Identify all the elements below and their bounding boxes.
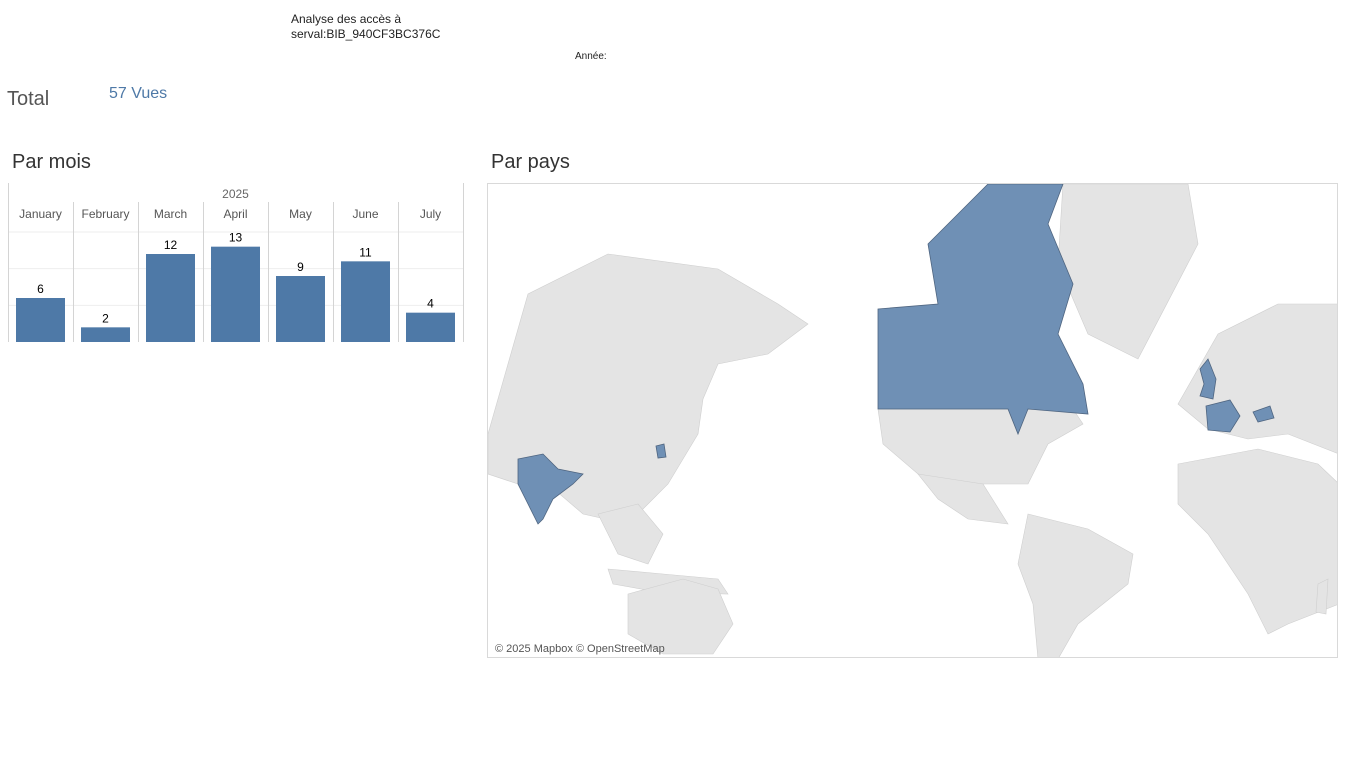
total-label: Total (7, 88, 50, 110)
month-label: April (223, 207, 247, 221)
world-map-canvas: © 2025 Mapbox © OpenStreetMap (488, 184, 1337, 657)
map-attribution: © 2025 Mapbox © OpenStreetMap (495, 643, 665, 655)
bar-july (406, 312, 455, 342)
month-label: July (420, 207, 441, 221)
bar-june (341, 261, 390, 342)
bar-february (81, 327, 130, 342)
page-title-line-1: Analyse des accès à (291, 12, 402, 26)
country-canada (877, 184, 1089, 436)
country-south-korea (655, 443, 667, 459)
month-label: January (19, 207, 62, 221)
page-title-line-2: serval:BIB_940CF3BC376C (291, 27, 441, 41)
page-title: Analyse des accès à serval:BIB_940CF3BC3… (291, 12, 440, 42)
land-usa (877, 408, 1084, 485)
bar-value-label: 4 (427, 297, 434, 311)
bar-value-label: 6 (37, 282, 44, 296)
bar-april (211, 246, 260, 342)
month-label: March (154, 207, 187, 221)
land-madagascar (1315, 578, 1329, 615)
bar-value-label: 11 (359, 245, 372, 259)
bar-value-label: 12 (164, 238, 178, 252)
bar-value-label: 9 (297, 260, 304, 274)
bar-january (16, 298, 65, 342)
countries-section-title: Par pays (491, 151, 570, 173)
bar-march (146, 254, 195, 342)
land-africa (1177, 448, 1337, 635)
year-header: 2025 (222, 187, 249, 201)
months-section-title: Par mois (12, 151, 91, 173)
land-europe (1177, 303, 1337, 454)
bar-may (276, 276, 325, 342)
month-label: February (81, 207, 129, 221)
bar-value-label: 13 (229, 231, 243, 245)
bar-value-label: 2 (102, 311, 109, 325)
year-filter-label[interactable]: Année: (575, 51, 607, 62)
land-greenland (1057, 184, 1199, 360)
month-label: June (352, 207, 378, 221)
month-label: May (289, 207, 312, 221)
land-southeast-asia (597, 503, 664, 565)
land-south-america (1017, 513, 1134, 657)
total-views-value: 57 Vues (109, 85, 168, 102)
monthly-bar-chart: 2025 January 6 February 2 March 12 April 13 May 9 J… (8, 183, 464, 342)
world-map[interactable]: © 2025 Mapbox © OpenStreetMap (487, 183, 1338, 658)
